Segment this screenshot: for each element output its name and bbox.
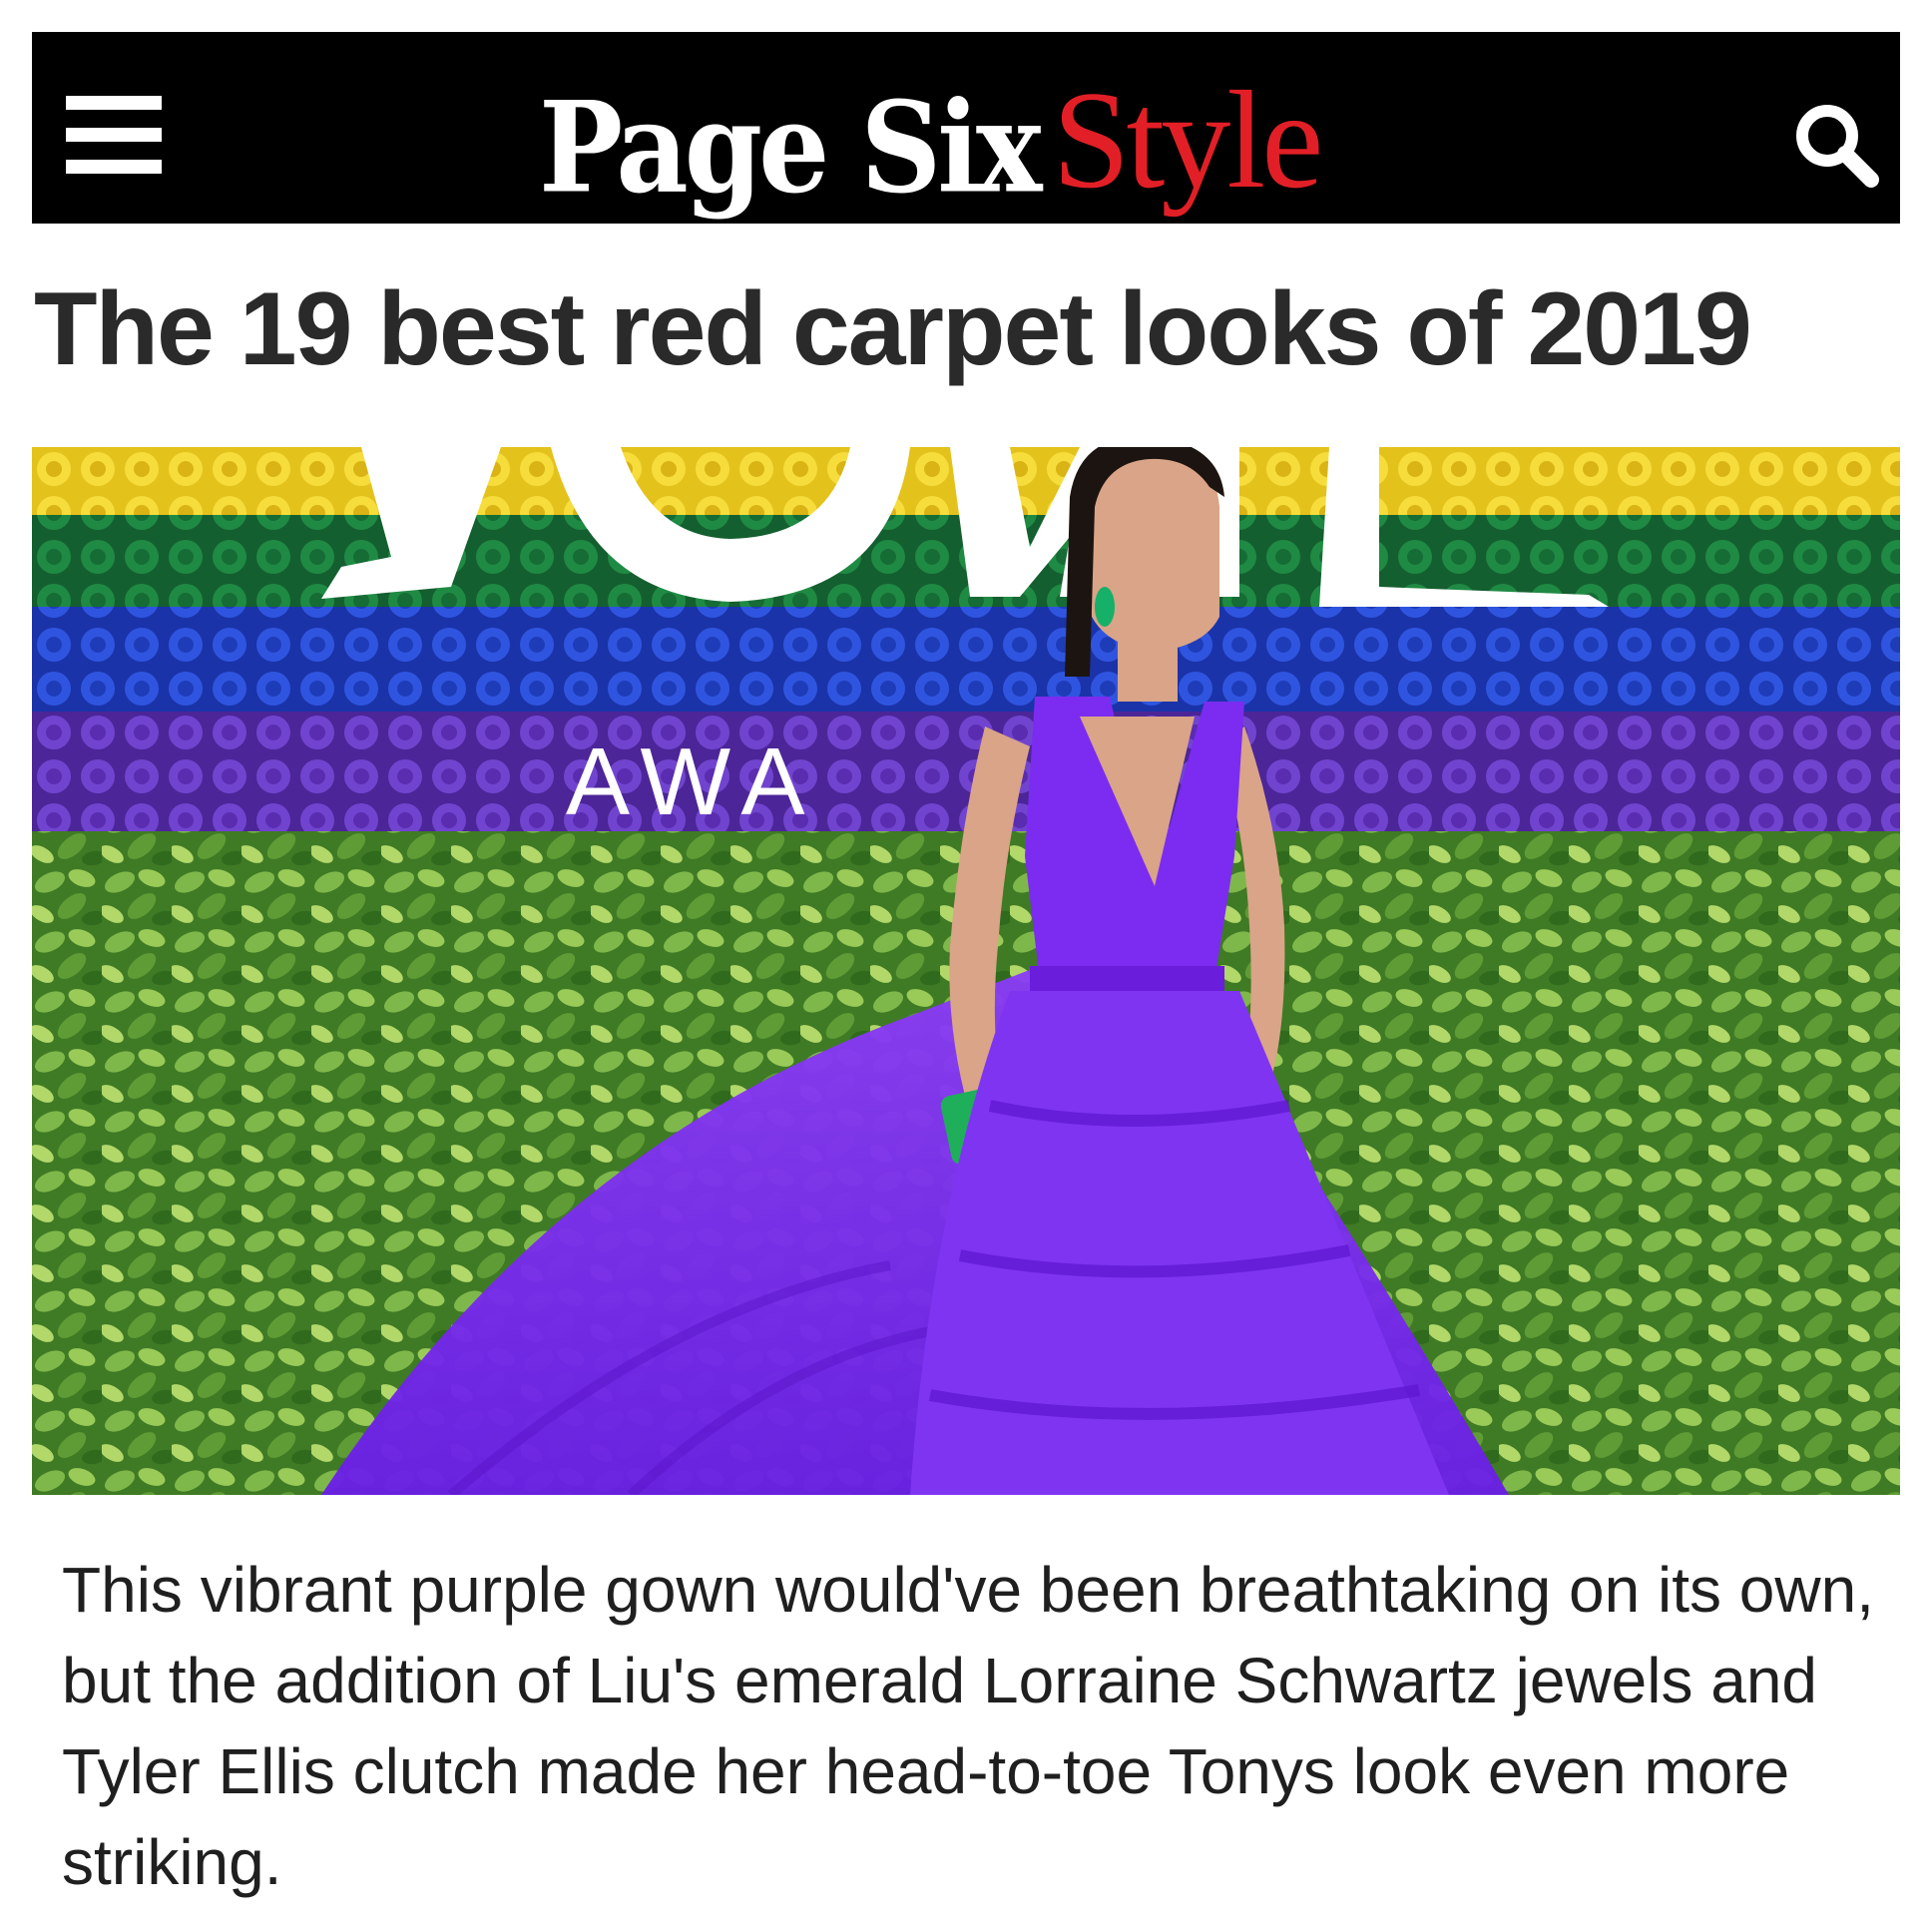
article-caption: This vibrant purple gown would've been b…: [62, 1554, 1874, 1898]
logo-style: Style: [1052, 63, 1324, 218]
hamburger-menu-icon[interactable]: [66, 96, 162, 174]
article-hero-image: AWA: [32, 447, 1900, 1495]
red-carpet-photo: AWA: [32, 447, 1900, 1495]
site-header: Page Six Style: [32, 32, 1900, 224]
backdrop-letters: AWA: [566, 728, 819, 835]
blue-rose-stripe: [32, 607, 1900, 717]
search-icon[interactable]: [1783, 92, 1893, 202]
article-title: The 19 best red carpet looks of 2019: [34, 271, 1752, 387]
site-logo[interactable]: Page Six Style: [539, 60, 1323, 222]
emerald-earring: [1095, 587, 1115, 627]
purple-rose-stripe: [32, 712, 1900, 836]
logo-page-six: Page Six: [539, 75, 1043, 222]
